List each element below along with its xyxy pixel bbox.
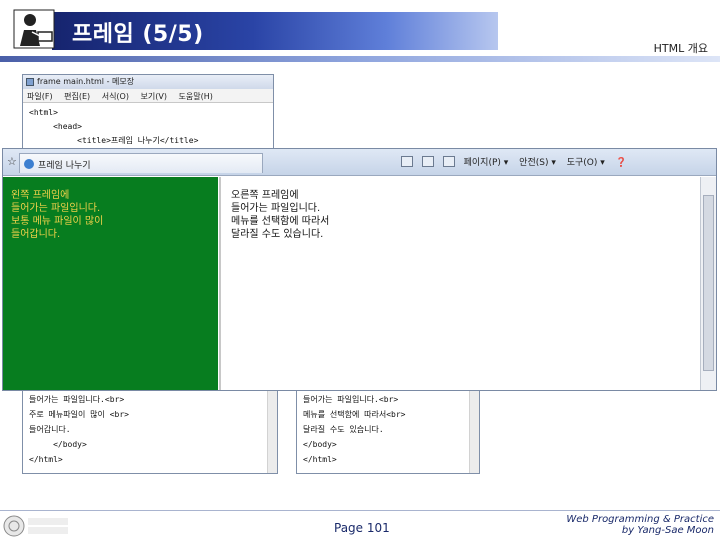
notepad-title-bar: frame main.html - 메모장 <box>23 75 273 89</box>
left-frame-line: 들어가는 파일입니다. <box>11 203 101 214</box>
menu-file[interactable]: 파일(F) <box>27 92 53 101</box>
notepad-left-scrollbar[interactable] <box>267 380 277 473</box>
notepad-right-scrollbar[interactable] <box>469 380 479 473</box>
browser-tab-title: 프레임 나누기 <box>38 161 91 171</box>
code-line: <head> <box>29 122 82 131</box>
credit: Web Programming & Practice by Yang-Sae M… <box>566 514 714 536</box>
code-line: 들어갑니다. <box>29 425 71 434</box>
scrollbar-thumb[interactable] <box>703 195 714 371</box>
page-menu-button[interactable]: 페이지(P) ▾ <box>464 158 509 168</box>
footer-rule <box>0 510 720 511</box>
right-frame: 오른쪽 프레임에 들어가는 파일입니다. 메뉴를 선택함에 따라서 달라질 수도… <box>219 177 700 390</box>
code-line: <html> <box>29 108 58 117</box>
section-label: HTML 개요 <box>653 42 708 55</box>
code-line: 메뉴를 선택함에 따라서<br> <box>303 410 406 419</box>
safety-menu-button[interactable]: 안전(S) ▾ <box>519 158 556 168</box>
frameset-view: 왼쪽 프레임에 들어가는 파일입니다. 보통 메뉴 파일이 많이 들어갑니다. … <box>3 177 716 390</box>
notepad-menu-bar: 파일(F) 편집(E) 서식(O) 보기(V) 도움말(H) <box>23 89 273 103</box>
ie-page-icon <box>24 159 34 169</box>
menu-view[interactable]: 보기(V) <box>141 92 167 101</box>
browser-tab[interactable]: 프레임 나누기 <box>19 153 263 173</box>
slide-title: 프레임 (5/5) <box>72 22 204 47</box>
notepad-title: frame main.html - 메모장 <box>37 77 135 86</box>
notepad-window-main: frame main.html - 메모장 파일(F) 편집(E) 서식(O) … <box>22 74 274 150</box>
code-line: 들어가는 파일입니다.<br> <box>303 395 399 404</box>
code-line: 달라질 수도 있습니다. <box>303 425 384 434</box>
notepad-left-text[interactable]: 들어가는 파일입니다.<br> 주로 메뉴파일이 많이 <br> 들어갑니다. … <box>23 380 277 470</box>
left-frame-line: 왼쪽 프레임에 <box>11 190 70 201</box>
print-icon[interactable] <box>442 156 455 167</box>
code-line: <title>프레임 나누기</title> <box>29 136 199 145</box>
notepad-text-area[interactable]: <html> <head> <title>프레임 나누기</title> <box>23 103 273 151</box>
browser-command-bar: 페이지(P) ▾ 안전(S) ▾ 도구(O) ▾ ❓ <box>401 155 635 168</box>
browser-vertical-scrollbar[interactable] <box>700 177 716 390</box>
person-at-computer-icon <box>13 9 55 49</box>
right-frame-line: 들어가는 파일입니다. <box>231 203 321 214</box>
course-title: Web Programming & Practice <box>566 514 714 525</box>
code-line: </html> <box>29 455 63 464</box>
right-frame-line: 오른쪽 프레임에 <box>231 190 299 201</box>
menu-format[interactable]: 서식(O) <box>102 92 129 101</box>
menu-edit[interactable]: 편집(E) <box>64 92 90 101</box>
right-frame-line: 달라질 수도 있습니다. <box>231 229 324 240</box>
feeds-icon[interactable] <box>421 156 434 167</box>
author: by Yang-Sae Moon <box>621 525 714 536</box>
browser-window: ☆ 프레임 나누기 페이지(P) ▾ 안전(S) ▾ 도구(O) ▾ ❓ 왼쪽 … <box>2 148 717 391</box>
code-line: </html> <box>303 455 337 464</box>
left-frame-line: 들어갑니다. <box>11 229 61 240</box>
notepad-window-left: 들어가는 파일입니다.<br> 주로 메뉴파일이 많이 <br> 들어갑니다. … <box>22 380 278 474</box>
notepad-right-text[interactable]: 들어가는 파일입니다.<br> 메뉴를 선택함에 따라서<br> 달라질 수도 … <box>297 380 479 470</box>
code-line: 들어가는 파일입니다.<br> <box>29 395 125 404</box>
notepad-window-right: 들어가는 파일입니다.<br> 메뉴를 선택함에 따라서<br> 달라질 수도 … <box>296 380 480 474</box>
browser-toolbar: ☆ 프레임 나누기 페이지(P) ▾ 안전(S) ▾ 도구(O) ▾ ❓ <box>3 149 716 176</box>
code-line: </body> <box>303 440 337 449</box>
left-frame: 왼쪽 프레임에 들어가는 파일입니다. 보통 메뉴 파일이 많이 들어갑니다. <box>3 177 218 390</box>
menu-help[interactable]: 도움말(H) <box>179 92 213 101</box>
home-icon[interactable] <box>401 156 413 167</box>
tools-menu-button[interactable]: 도구(O) ▾ <box>567 158 605 168</box>
notepad-icon <box>26 78 34 86</box>
university-seal-logo <box>3 515 68 537</box>
favorites-star-icon[interactable]: ☆ <box>7 155 17 168</box>
code-line: </body> <box>29 440 87 449</box>
help-icon[interactable]: ❓ <box>616 158 627 168</box>
page-number: Page 101 <box>334 521 390 535</box>
code-line: 주로 메뉴파일이 많이 <br> <box>29 410 129 419</box>
right-frame-line: 메뉴를 선택함에 따라서 <box>231 216 330 227</box>
left-frame-line: 보통 메뉴 파일이 많이 <box>11 216 104 227</box>
